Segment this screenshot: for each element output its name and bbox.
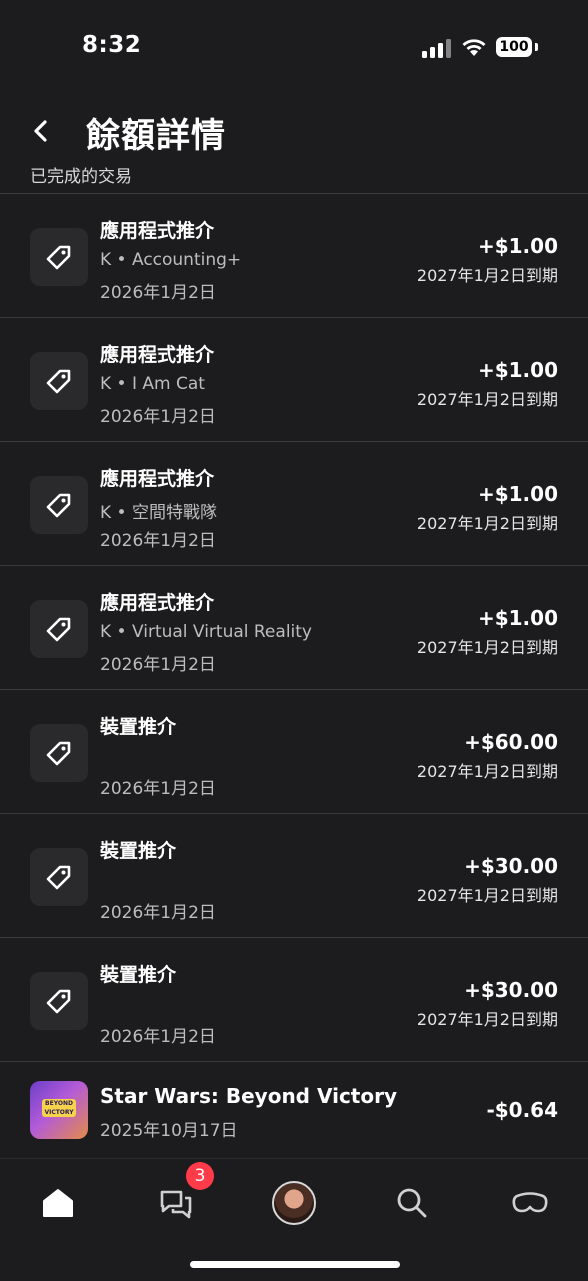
nav-search[interactable] [384, 1175, 440, 1231]
tag-icon [30, 352, 88, 410]
transaction-amount: +$1.00 [477, 606, 558, 630]
tag-icon [30, 972, 88, 1030]
transaction-row[interactable]: 應用程式推介 K • Virtual Virtual Reality 2026年… [0, 565, 588, 689]
transaction-title: 應用程式推介 [100, 344, 215, 366]
purchase-date: 2025年10月17日 [100, 1121, 238, 1141]
tag-icon [30, 476, 88, 534]
transaction-expiry: 2027年1月2日到期 [416, 1010, 558, 1029]
transaction-subtitle: K • 空間特戰隊 [100, 503, 217, 523]
home-indicator [190, 1261, 400, 1268]
battery-icon: 100 [496, 37, 532, 57]
transaction-row[interactable]: 裝置推介 2026年1月2日 +$60.00 2027年1月2日到期 [0, 689, 588, 813]
transaction-amount: +$1.00 [477, 358, 558, 382]
purchase-title: Star Wars: Beyond Victory [100, 1084, 398, 1108]
transaction-title: 應用程式推介 [100, 468, 215, 490]
transaction-date: 2026年1月2日 [100, 903, 216, 923]
battery-tip [535, 43, 538, 51]
transaction-expiry: 2027年1月2日到期 [416, 762, 558, 781]
status-bar: 8:32 100 [0, 0, 588, 96]
transaction-subtitle: K • I Am Cat [100, 374, 205, 394]
home-icon [43, 1189, 73, 1217]
transaction-amount: +$30.00 [464, 978, 558, 1002]
nav-home[interactable] [30, 1175, 86, 1231]
transaction-row[interactable]: 應用程式推介 K • I Am Cat 2026年1月2日 +$1.00 202… [0, 317, 588, 441]
tag-icon [30, 724, 88, 782]
transaction-row[interactable]: 應用程式推介 K • Accounting+ 2026年1月2日 +$1.00 … [0, 193, 588, 317]
transaction-title: 裝置推介 [100, 840, 177, 862]
transaction-amount: +$1.00 [477, 482, 558, 506]
transaction-subtitle: K • Accounting+ [100, 250, 242, 270]
game-logo: BEYOND VICTORY [42, 1099, 76, 1117]
tag-icon [30, 600, 88, 658]
section-label: 已完成的交易 [30, 167, 132, 186]
tag-icon [30, 848, 88, 906]
transaction-subtitle: K • Virtual Virtual Reality [100, 622, 312, 642]
back-arrow-icon[interactable] [26, 116, 56, 146]
search-icon [397, 1188, 427, 1218]
transaction-expiry: 2027年1月2日到期 [416, 886, 558, 905]
transaction-row[interactable]: 裝置推介 2026年1月2日 +$30.00 2027年1月2日到期 [0, 813, 588, 937]
transaction-row[interactable]: 裝置推介 2026年1月2日 +$30.00 2027年1月2日到期 [0, 937, 588, 1061]
transaction-amount: +$1.00 [477, 234, 558, 258]
purchase-amount: -$0.64 [486, 1098, 558, 1122]
transaction-expiry: 2027年1月2日到期 [416, 266, 558, 285]
chat-icon [160, 1190, 192, 1219]
page-header: 餘額詳情 [0, 96, 588, 170]
status-time: 8:32 [82, 32, 142, 58]
chat-badge: 3 [186, 1162, 214, 1190]
transaction-date: 2026年1月2日 [100, 1027, 216, 1047]
transaction-date: 2026年1月2日 [100, 407, 216, 427]
purchase-row[interactable]: BEYOND VICTORY Star Wars: Beyond Victory… [0, 1061, 588, 1155]
transaction-date: 2026年1月2日 [100, 283, 216, 303]
nav-devices[interactable] [502, 1175, 558, 1231]
signal-icon [422, 38, 452, 58]
avatar [272, 1181, 316, 1225]
transaction-title: 應用程式推介 [100, 592, 215, 614]
transaction-title: 裝置推介 [100, 716, 177, 738]
tag-icon [30, 228, 88, 286]
transaction-amount: +$60.00 [464, 730, 558, 754]
transaction-expiry: 2027年1月2日到期 [416, 514, 558, 533]
transaction-date: 2026年1月2日 [100, 531, 216, 551]
transaction-expiry: 2027年1月2日到期 [416, 638, 558, 657]
wifi-icon [462, 39, 486, 56]
transaction-date: 2026年1月2日 [100, 779, 216, 799]
transaction-date: 2026年1月2日 [100, 655, 216, 675]
transaction-row[interactable]: 應用程式推介 K • 空間特戰隊 2026年1月2日 +$1.00 2027年1… [0, 441, 588, 565]
transaction-expiry: 2027年1月2日到期 [416, 390, 558, 409]
nav-profile[interactable] [266, 1175, 322, 1231]
transaction-title: 裝置推介 [100, 964, 177, 986]
vr-headset-icon [512, 1192, 548, 1213]
game-thumbnail: BEYOND VICTORY [30, 1081, 88, 1139]
transaction-amount: +$30.00 [464, 854, 558, 878]
transaction-title: 應用程式推介 [100, 220, 215, 242]
page-title: 餘額詳情 [86, 116, 226, 156]
transaction-list: 應用程式推介 K • Accounting+ 2026年1月2日 +$1.00 … [0, 193, 588, 1155]
